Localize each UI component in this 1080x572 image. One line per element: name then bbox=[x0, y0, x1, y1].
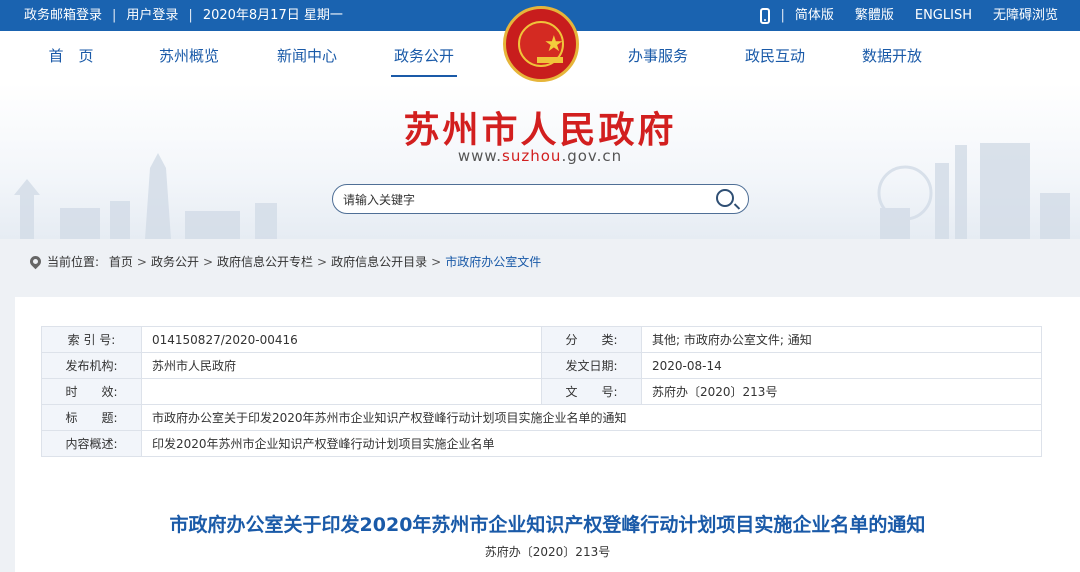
publisher-value: 苏州市人民政府 bbox=[141, 352, 542, 379]
content-panel: 索 引 号: 014150827/2020-00416 分 类: 其他; 市政府… bbox=[15, 297, 1080, 572]
location-pin-icon bbox=[27, 253, 44, 270]
site-banner: 苏州市人民政府 www.suzhou.gov.cn bbox=[0, 83, 1080, 239]
breadcrumb-separator: > bbox=[202, 255, 214, 269]
document-title: 市政府办公室关于印发2020年苏州市企业知识产权登峰行动计划项目实施企业名单的通… bbox=[169, 514, 926, 536]
table-row: 时 效: 文 号: 苏府办〔2020〕213号 bbox=[41, 378, 1042, 405]
title-value: 市政府办公室关于印发2020年苏州市企业知识产权登峰行动计划项目实施企业名单的通… bbox=[141, 404, 1042, 431]
site-url: www.suzhou.gov.cn bbox=[0, 147, 1080, 165]
emblem-inner: ★ bbox=[518, 21, 564, 67]
breadcrumb-separator: > bbox=[431, 255, 442, 269]
star-icon: ★ bbox=[544, 32, 564, 57]
gate-icon bbox=[537, 57, 563, 63]
breadcrumb-home[interactable]: 首页 bbox=[109, 252, 133, 272]
category-label: 分 类: bbox=[541, 326, 642, 353]
top-bar-right: | 简体版 繁體版 ENGLISH 无障碍浏览 bbox=[760, 0, 1058, 31]
issue-date-value: 2020-08-14 bbox=[641, 352, 1042, 379]
url-highlight: suzhou bbox=[502, 147, 562, 165]
top-bar-left: 政务邮箱登录 | 用户登录 | 2020年8月17日 星期一 bbox=[24, 0, 343, 31]
validity-label: 时 效: bbox=[41, 378, 142, 405]
accessibility-link[interactable]: 无障碍浏览 bbox=[993, 0, 1058, 31]
document-number-label: 文 号: bbox=[541, 378, 642, 405]
breadcrumb-info-column[interactable]: 政府信息公开专栏 bbox=[217, 252, 313, 272]
separator: | bbox=[112, 8, 117, 23]
publisher-label: 发布机构: bbox=[41, 352, 142, 379]
summary-label: 内容概述: bbox=[41, 430, 142, 457]
index-number-value: 014150827/2020-00416 bbox=[141, 326, 542, 353]
simplified-link[interactable]: 简体版 bbox=[795, 0, 834, 31]
english-link[interactable]: ENGLISH bbox=[915, 0, 972, 31]
nav-item-gov-affairs[interactable]: 政务公开 bbox=[369, 31, 479, 83]
table-row: 内容概述: 印发2020年苏州市企业知识产权登峰行动计划项目实施企业名单 bbox=[41, 430, 1042, 457]
category-value: 其他; 市政府办公室文件; 通知 bbox=[641, 326, 1042, 353]
national-emblem-icon[interactable]: ★ bbox=[503, 6, 579, 82]
site-title: 苏州市人民政府 bbox=[403, 109, 677, 151]
traditional-link[interactable]: 繁體版 bbox=[855, 0, 894, 31]
document-metadata-table: 索 引 号: 014150827/2020-00416 分 类: 其他; 市政府… bbox=[41, 326, 1042, 457]
validity-value bbox=[141, 378, 542, 405]
url-suffix: .gov.cn bbox=[561, 147, 623, 165]
search-icon[interactable] bbox=[716, 189, 734, 207]
current-date: 2020年8月17日 星期一 bbox=[202, 8, 343, 23]
nav-item-interaction[interactable]: 政民互动 bbox=[720, 31, 830, 83]
breadcrumb-gov-affairs[interactable]: 政务公开 bbox=[151, 252, 199, 272]
breadcrumb-separator: > bbox=[136, 255, 147, 269]
breadcrumb-label: 当前位置: bbox=[47, 255, 100, 269]
search-input[interactable] bbox=[341, 189, 705, 211]
nav-item-overview[interactable]: 苏州概览 bbox=[134, 31, 244, 83]
breadcrumb-current[interactable]: 市政府办公室文件 bbox=[445, 252, 541, 272]
title-label: 标 题: bbox=[41, 404, 142, 431]
nav-item-home[interactable]: 首 页 bbox=[16, 31, 126, 83]
breadcrumb: 当前位置: 首页 > 政务公开 > 政府信息公开专栏 > 政府信息公开目录 > 市政府办公室文件 bbox=[27, 252, 541, 272]
url-prefix: www. bbox=[457, 147, 503, 165]
user-login-link[interactable]: 用户登录 bbox=[126, 0, 178, 31]
nav-item-news[interactable]: 新闻中心 bbox=[252, 31, 362, 83]
table-row: 标 题: 市政府办公室关于印发2020年苏州市企业知识产权登峰行动计划项目实施企… bbox=[41, 404, 1042, 431]
summary-value: 印发2020年苏州市企业知识产权登峰行动计划项目实施企业名单 bbox=[141, 430, 1042, 457]
nav-item-open-data[interactable]: 数据开放 bbox=[837, 31, 947, 83]
breadcrumb-info-catalog[interactable]: 政府信息公开目录 bbox=[331, 252, 427, 272]
breadcrumb-separator: > bbox=[317, 255, 328, 269]
index-number-label: 索 引 号: bbox=[41, 326, 142, 353]
mail-login-link[interactable]: 政务邮箱登录 bbox=[24, 0, 102, 31]
table-row: 发布机构: 苏州市人民政府 发文日期: 2020-08-14 bbox=[41, 352, 1042, 379]
issue-date-label: 发文日期: bbox=[541, 352, 642, 379]
document-number-value: 苏府办〔2020〕213号 bbox=[641, 378, 1042, 405]
document-number: 苏府办〔2020〕213号 bbox=[484, 545, 611, 559]
mobile-phone-icon[interactable] bbox=[760, 7, 771, 24]
separator: | bbox=[780, 8, 785, 23]
search-box bbox=[332, 184, 749, 214]
table-row: 索 引 号: 014150827/2020-00416 分 类: 其他; 市政府… bbox=[41, 326, 1042, 353]
separator: | bbox=[188, 8, 193, 23]
nav-item-services[interactable]: 办事服务 bbox=[603, 31, 713, 83]
